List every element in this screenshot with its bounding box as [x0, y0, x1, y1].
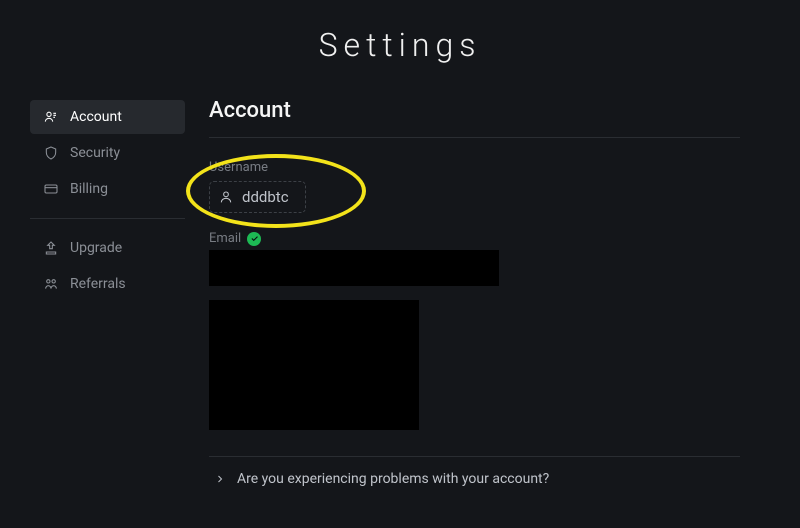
sidebar-item-label: Billing [70, 181, 108, 197]
chevron-right-icon [213, 472, 227, 486]
username-label: Username [209, 160, 740, 175]
username-value: dddbtc [242, 188, 289, 206]
user-icon [218, 189, 234, 205]
user-group-icon [42, 108, 60, 126]
main-content: Account Username dddbtc Email Are you ex… [185, 98, 800, 501]
card-icon [42, 180, 60, 198]
sidebar-item-security[interactable]: Security [30, 136, 185, 170]
sidebar-item-account[interactable]: Account [30, 100, 185, 134]
verified-icon [247, 232, 261, 246]
sidebar-item-upgrade[interactable]: Upgrade [30, 231, 185, 265]
username-field[interactable]: dddbtc [209, 181, 306, 213]
troubleshoot-toggle[interactable]: Are you experiencing problems with your … [209, 456, 740, 501]
section-title: Account [209, 98, 740, 138]
troubleshoot-label: Are you experiencing problems with your … [237, 471, 549, 487]
referrals-icon [42, 275, 60, 293]
sidebar-item-referrals[interactable]: Referrals [30, 267, 185, 301]
sidebar-group-main: Account Security Billing [30, 100, 185, 219]
sidebar-item-label: Account [70, 109, 122, 125]
redacted-block [209, 300, 419, 430]
page-title: Settings [0, 0, 800, 98]
shield-icon [42, 144, 60, 162]
sidebar-item-label: Upgrade [70, 240, 122, 256]
upgrade-icon [42, 239, 60, 257]
sidebar-item-label: Referrals [70, 276, 126, 292]
sidebar-group-secondary: Upgrade Referrals [30, 231, 185, 301]
sidebar-item-label: Security [70, 145, 120, 161]
email-label: Email [209, 231, 241, 246]
sidebar: Account Security Billing [0, 98, 185, 501]
sidebar-item-billing[interactable]: Billing [30, 172, 185, 206]
redacted-email [209, 250, 499, 286]
